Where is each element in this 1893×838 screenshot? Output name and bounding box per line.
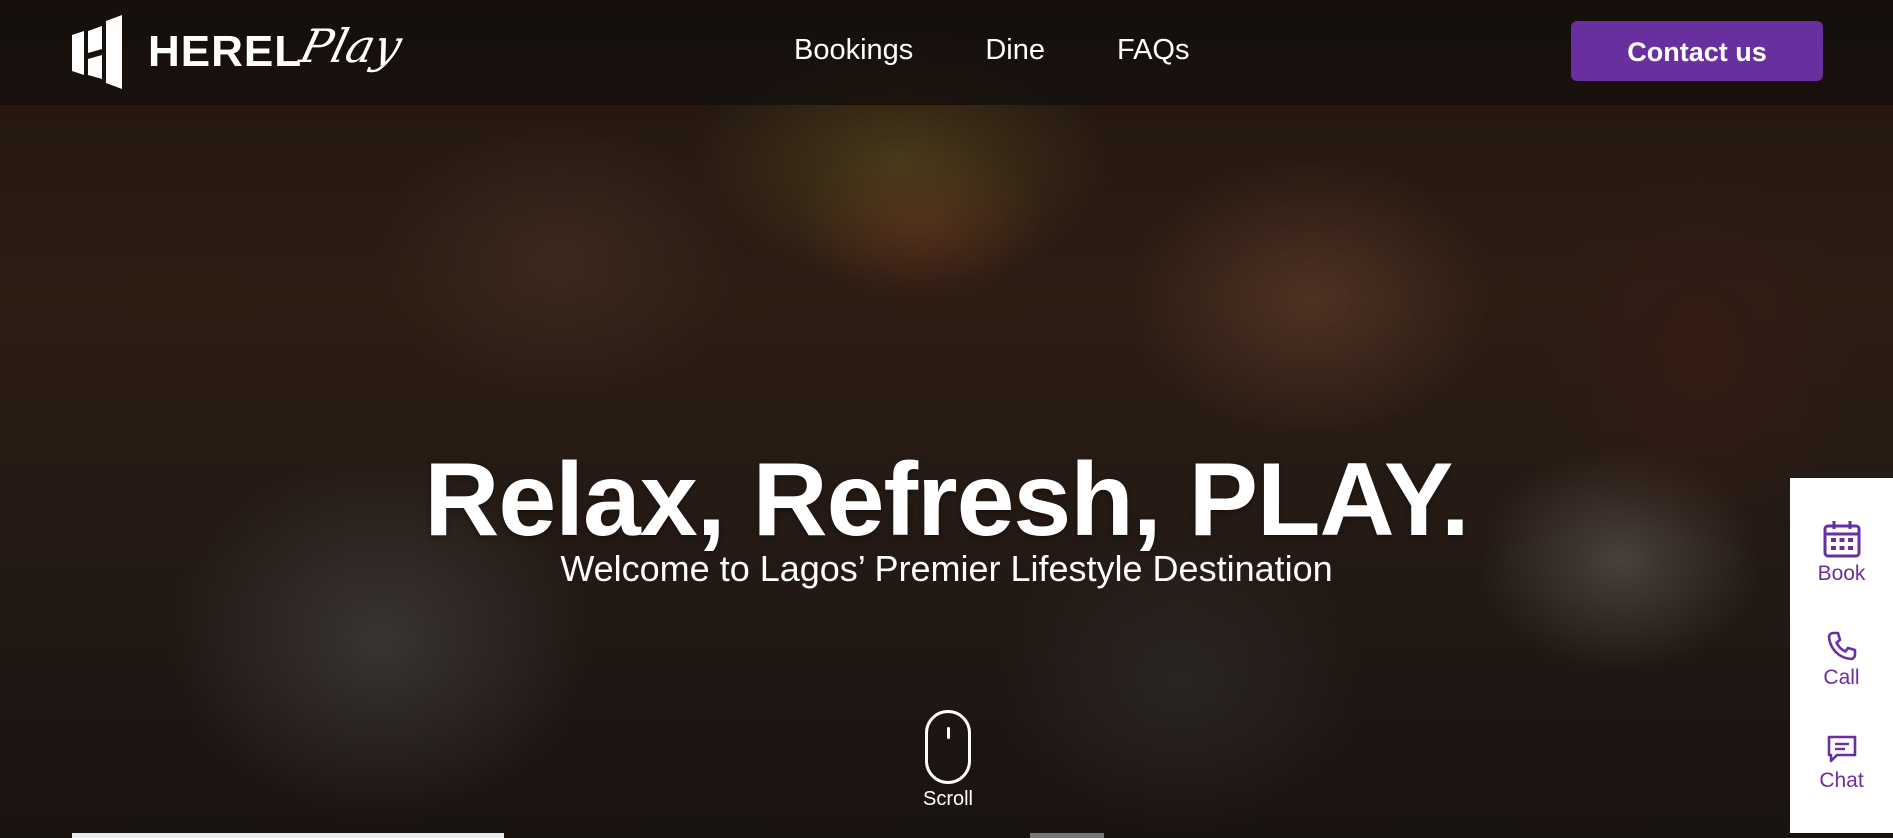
quick-action-chat-label: Chat (1819, 769, 1864, 792)
brand-wordmark: HEREL (148, 27, 303, 76)
chat-icon (1827, 735, 1856, 763)
scroll-label: Scroll (922, 788, 973, 810)
nav-item-faqs[interactable]: FAQs (1117, 30, 1190, 70)
site-header: HEREL Play Bookings Dine FAQs Contact us (0, 0, 1893, 105)
quick-action-call[interactable]: Call (1790, 630, 1893, 690)
quick-action-chat[interactable]: Chat (1790, 733, 1893, 793)
brand-logo[interactable]: HEREL Play (72, 12, 407, 92)
slider-progress[interactable] (72, 833, 504, 838)
mouse-icon (925, 710, 971, 784)
main-nav: Bookings Dine FAQs (794, 30, 1261, 70)
calendar-icon (1823, 521, 1860, 558)
logo-mark-icon (72, 15, 122, 89)
phone-icon (1827, 631, 1856, 661)
slider-marker[interactable] (1030, 833, 1104, 838)
quick-action-call-label: Call (1823, 666, 1860, 689)
quick-actions-panel: Book Call Chat (1790, 478, 1893, 833)
hero-subhead: Welcome to Lagos’ Premier Lifestyle Dest… (560, 548, 1333, 589)
contact-us-button[interactable]: Contact us (1571, 21, 1823, 81)
mouse-wheel (946, 727, 950, 739)
page: HEREL Play Bookings Dine FAQs Contact us… (0, 0, 1893, 838)
nav-item-bookings[interactable]: Bookings (794, 30, 913, 70)
quick-action-book-label: Book (1817, 562, 1866, 585)
slider-track (0, 833, 1893, 838)
quick-action-book[interactable]: Book (1790, 520, 1893, 586)
scroll-indicator[interactable]: Scroll (922, 710, 974, 810)
brand-script: Play (294, 19, 408, 73)
nav-item-dine[interactable]: Dine (985, 30, 1045, 70)
hero-headline: Relax, Refresh, PLAY. (424, 441, 1470, 558)
